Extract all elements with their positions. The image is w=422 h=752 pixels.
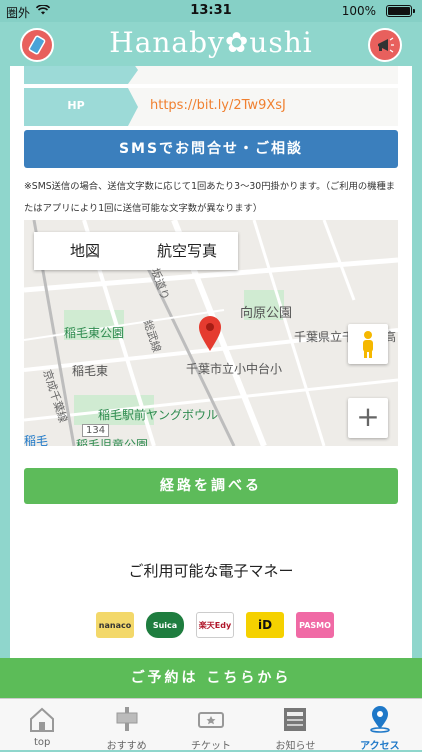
status-bar: 圏外 13:31 100%: [0, 0, 422, 22]
map-type-satellite[interactable]: 航空写真: [136, 232, 238, 270]
sms-note: ※SMS送信の場合、送信文字数に応じて1回あたり3〜30円掛かります。（ご利用の…: [24, 181, 396, 214]
announcement-button[interactable]: [368, 28, 402, 62]
hp-link[interactable]: https://bit.ly/2Tw9XsJ: [150, 98, 286, 113]
emoney-list: nanaco Suica 楽天Edy iD PASMO: [96, 612, 334, 638]
edy-logo: 楽天Edy: [196, 612, 234, 638]
route-search-button[interactable]: 経路を調べる: [24, 468, 398, 504]
id-logo: iD: [246, 612, 284, 638]
ticket-icon: [198, 712, 225, 728]
battery-percent: 100%: [341, 4, 376, 18]
children-park-label: 稲毛児童公園: [76, 438, 149, 446]
app-logo: Hanaby✿ushi: [109, 26, 313, 59]
tab-news[interactable]: お知らせ: [253, 699, 337, 752]
park-label: 向原公園: [240, 306, 293, 321]
map-type-map[interactable]: 地図: [34, 232, 136, 270]
signboard-icon: [116, 707, 138, 731]
tab-bar: top おすすめ チケット お知らせ アクセス: [0, 698, 422, 752]
app-header: Hanaby✿ushi: [0, 22, 422, 68]
battery-icon: [386, 5, 415, 17]
location-pin-icon: [370, 706, 390, 733]
east-park-label: 稲毛東公園: [64, 326, 125, 340]
megaphone-icon: [378, 37, 394, 53]
news-icon: [284, 708, 307, 731]
house-icon: [30, 707, 55, 732]
prefectural-school-label: 千葉県立千: [294, 330, 355, 344]
tab-access[interactable]: アクセス: [338, 699, 422, 752]
tab-label: top: [34, 737, 51, 748]
bowling-label: 稲毛駅前ヤングボウル: [98, 408, 219, 422]
google-map[interactable]: 地図 航空写真 坂道り 向原公園 稲毛東公園 稲毛東 総武線 千葉県立千 高 千…: [24, 220, 398, 446]
street-view-button[interactable]: [348, 324, 388, 364]
tab-top[interactable]: top: [0, 699, 84, 750]
inage-east-label: 稲毛東: [72, 364, 109, 378]
map-pin-icon: [199, 316, 221, 351]
suica-logo: Suica: [146, 612, 184, 638]
school-label: 千葉市立小中台小: [186, 362, 283, 376]
info-tag: [24, 66, 138, 84]
info-row-hp: HP https://bit.ly/2Tw9XsJ: [24, 88, 398, 126]
map-type-control: 地図 航空写真: [34, 232, 238, 270]
nanaco-logo: nanaco: [96, 612, 134, 638]
pasmo-logo: PASMO: [296, 612, 334, 638]
sms-contact-button[interactable]: SMSでお問合せ・ご相談: [24, 130, 398, 168]
inage-station-label: 稲毛: [24, 434, 49, 446]
reserve-button[interactable]: ご予約は こちらから: [0, 658, 422, 698]
hp-tag: HP: [24, 88, 138, 126]
tab-recommend[interactable]: おすすめ: [84, 699, 168, 752]
zoom-in-button[interactable]: +: [348, 398, 388, 438]
info-row-partial: [24, 66, 398, 84]
access-content: HP https://bit.ly/2Tw9XsJ SMSでお問合せ・ご相談 ※…: [10, 66, 412, 660]
pegman-icon: [363, 331, 373, 358]
tab-ticket[interactable]: チケット: [169, 699, 253, 752]
hp-label: HP: [67, 99, 85, 112]
emoney-title: ご利用可能な電子マネー: [128, 562, 294, 580]
